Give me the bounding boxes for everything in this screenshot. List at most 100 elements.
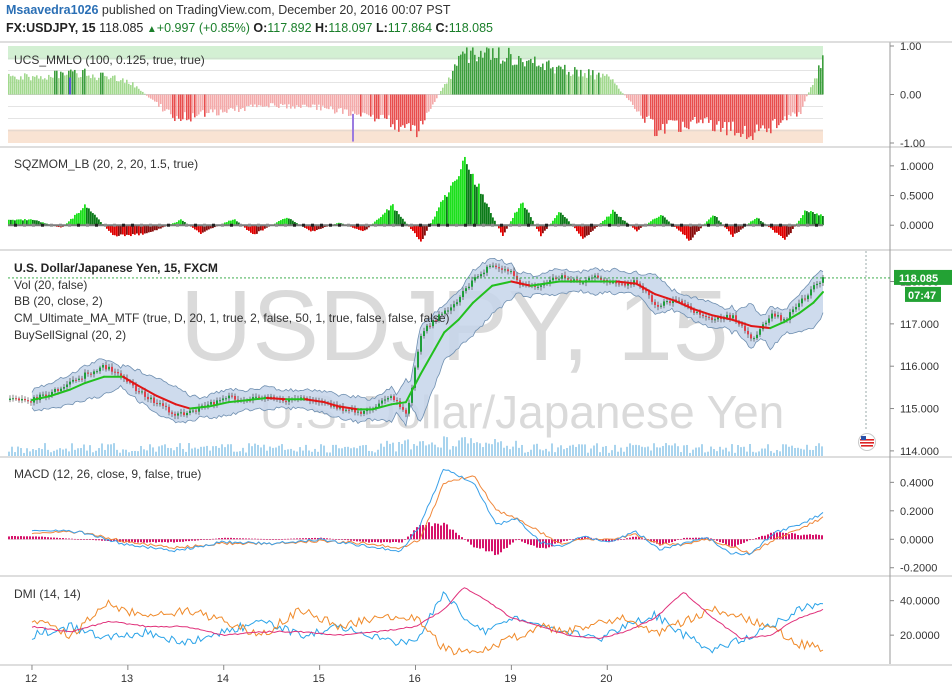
sqz-dot [473, 223, 476, 227]
volume-bar [89, 445, 91, 456]
sqz-bar [480, 193, 482, 226]
sqz-bar [516, 211, 518, 226]
mmlo-bar [174, 94, 176, 122]
candle-body [87, 372, 89, 374]
candle-body [654, 301, 656, 305]
sqz-bar [126, 225, 128, 235]
mmlo-bar [274, 94, 276, 106]
sqz-dot [554, 223, 557, 227]
sqz-dot [617, 223, 620, 227]
macd-histogram-bar [311, 538, 313, 540]
macd-histogram-bar [491, 539, 493, 552]
macd-histogram-bar [560, 539, 562, 543]
mmlo-bar [348, 94, 350, 116]
mmlo-bar [822, 55, 824, 95]
sqz-bar [588, 225, 590, 235]
mmlo-bar [818, 65, 820, 95]
mmlo-bar [636, 94, 638, 112]
macd-histogram-bar [68, 538, 70, 540]
volume-bar [356, 448, 358, 456]
sqz-dot [419, 223, 422, 227]
sqz-bar [118, 225, 120, 236]
mmlo-bar [754, 94, 756, 133]
mmlo-bar [670, 94, 672, 121]
mmlo-bar [118, 81, 120, 95]
candle-body [783, 319, 785, 321]
mmlo-bar [732, 94, 734, 122]
macd-histogram-bar [158, 539, 160, 543]
volume-bar [32, 449, 34, 456]
volume-bar [62, 449, 64, 456]
volume-bar [146, 450, 148, 456]
sqz-bar [398, 214, 400, 226]
mmlo-bar [620, 91, 622, 95]
sqz-dot [77, 223, 80, 227]
mmlo-bar [252, 94, 254, 107]
sqz-dot [230, 223, 233, 227]
volume-bar [23, 452, 25, 456]
mmlo-bar [104, 75, 106, 95]
mmlo-bar [588, 69, 590, 95]
mmlo-bar [764, 94, 766, 129]
sqz-bar [94, 214, 96, 226]
mmlo-bar [568, 71, 570, 95]
volume-bar [179, 443, 181, 456]
sqz-bar [782, 225, 784, 239]
mmlo-bar [518, 55, 520, 95]
candle-body [9, 398, 11, 401]
time-axis[interactable]: 12 13 14 15 16 19 20 [25, 665, 613, 685]
macd-histogram-bar [77, 539, 79, 540]
chart-canvas[interactable]: USDJPY, 15 U.S. Dollar/Japanese Yen UCS_… [0, 0, 952, 691]
volume-bar [173, 450, 175, 456]
mmlo-bar [128, 83, 130, 95]
volume-bar [431, 442, 433, 456]
mmlo-bar [358, 94, 360, 115]
volume-bar [665, 443, 667, 456]
mmlo-bar [148, 94, 150, 98]
sqz-dot [779, 223, 782, 227]
volume-bar [257, 444, 259, 456]
volume-bar [275, 447, 277, 456]
candle-body [156, 402, 158, 404]
macd-histogram-bar [263, 538, 265, 540]
candle-body [474, 277, 476, 281]
sqz-dot [104, 223, 107, 227]
volume-bar [308, 450, 310, 456]
mmlo-bar [544, 70, 546, 95]
sqz-bar [684, 225, 686, 236]
volume-bar [422, 441, 424, 456]
macd-histogram-bar [149, 539, 151, 543]
mmlo-bar [616, 85, 618, 95]
mmlo-bar [576, 69, 578, 95]
mmlo-bar [232, 94, 234, 109]
us-flag-icon[interactable] [858, 433, 876, 451]
macd-histogram-bar [206, 539, 208, 540]
volume-bar [560, 445, 562, 456]
candle-body [807, 295, 809, 300]
mmlo-bar [322, 94, 324, 106]
candle-body [387, 397, 389, 400]
volume-bar [557, 447, 559, 456]
mmlo-bar [814, 78, 816, 95]
volume-bar [794, 447, 796, 456]
mmlo-bar [336, 94, 338, 113]
volume-bar [581, 444, 583, 456]
volume-bar [593, 445, 595, 456]
mmlo-bar [632, 94, 634, 105]
macd-histogram-bar [377, 539, 379, 543]
mmlo-bar [38, 78, 40, 95]
mmlo-bar [156, 94, 158, 102]
volume-bar [449, 449, 451, 456]
sqz-bar [86, 207, 88, 226]
sqz-bar [384, 212, 386, 226]
sqz-bar [774, 225, 776, 233]
volume-bar [446, 437, 448, 456]
volume-bar [479, 443, 481, 456]
xtick-label-1: 13 [121, 673, 133, 685]
macd-histogram-bar [152, 539, 154, 542]
mmlo-bar [314, 94, 316, 105]
candle-body [777, 315, 779, 317]
macd-histogram-bar [758, 537, 760, 540]
mmlo-bar [354, 94, 356, 114]
mmlo-bar [622, 93, 624, 95]
